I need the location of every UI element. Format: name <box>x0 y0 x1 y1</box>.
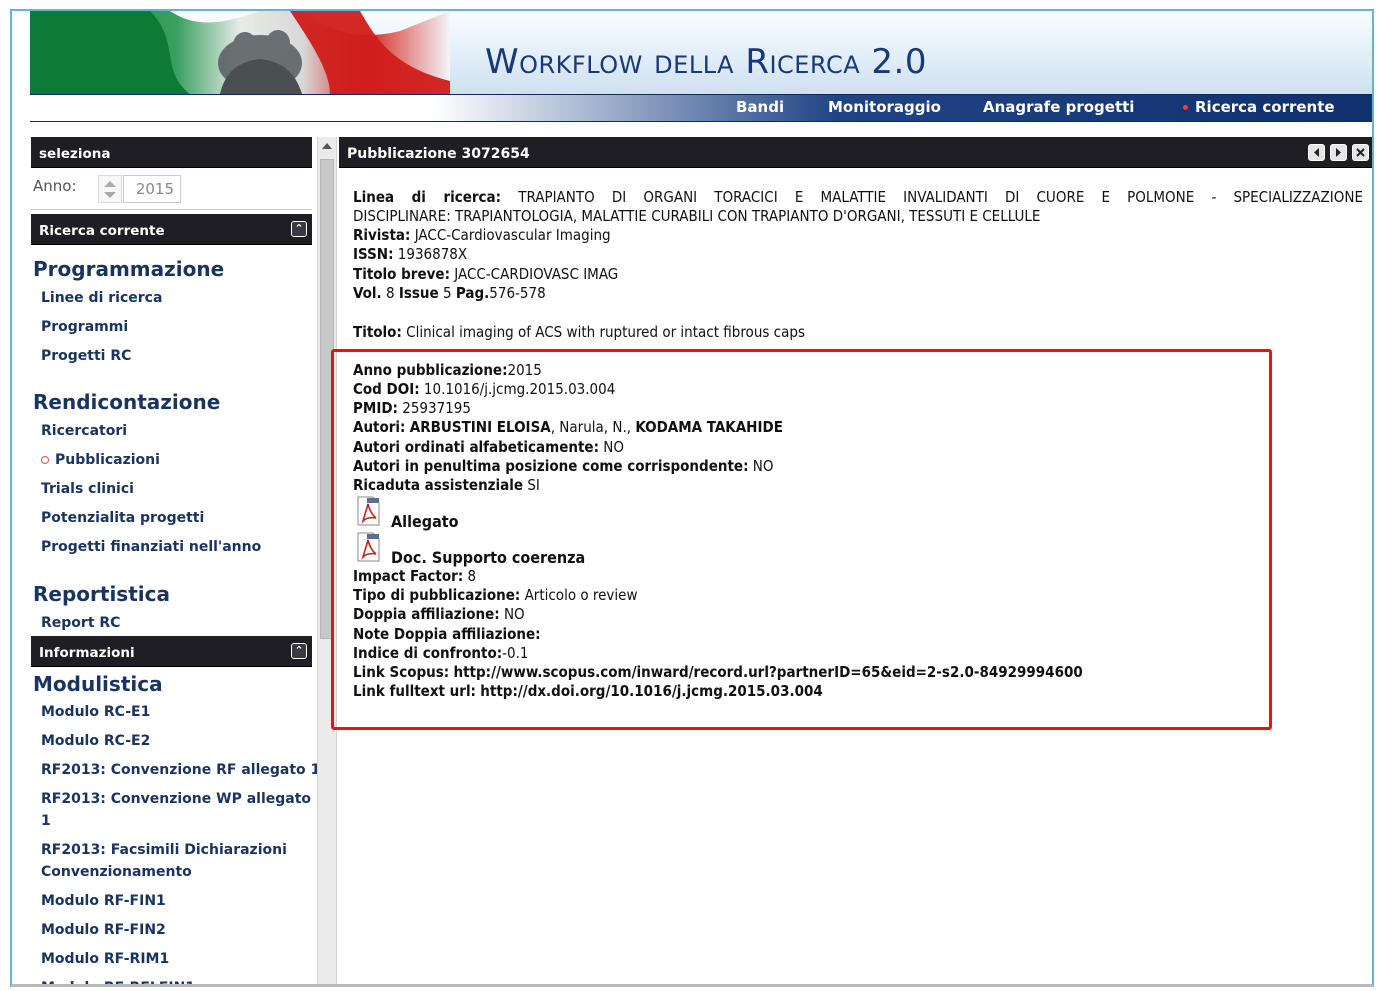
app-title: Workflow della Ricerca 2.0 <box>485 42 927 82</box>
doppia-affiliazione-field: Doppia affiliazione: NO <box>353 605 525 623</box>
spin-down-icon[interactable] <box>104 192 116 198</box>
arrow-left-icon[interactable] <box>1308 144 1325 161</box>
volume-field: Vol. 8 Issue 5 Pag.576-578 <box>353 284 546 302</box>
link-scopus-field[interactable]: Link Scopus: http://www.scopus.com/inwar… <box>353 663 1083 682</box>
top-nav-bar: Bandi Monitoraggio Anagrafe progetti Ric… <box>30 94 1372 122</box>
allegato-link[interactable]: Allegato <box>391 512 459 531</box>
sidebar-item-modulo-rf-fin1[interactable]: Modulo RF-FIN1 <box>41 890 166 912</box>
tipo-pubblicazione-field: Tipo di pubblicazione: Articolo o review <box>353 586 638 604</box>
rivista-field: Rivista: JACC-Cardiovascular Imaging <box>353 226 611 244</box>
sidebar-item-potenzialita-progetti[interactable]: Potenzialita progetti <box>41 507 204 529</box>
sidebar-item-programmi[interactable]: Programmi <box>41 316 128 338</box>
collapse-up-icon[interactable]: ⌃ <box>291 643 307 659</box>
sidebar-item-facsimili-cont[interactable]: Convenzionamento <box>41 861 192 883</box>
titolo-field: Titolo: Clinical imaging of ACS with rup… <box>353 323 805 341</box>
sidebar-item-pubblicazioni[interactable]: Pubblicazioni <box>41 449 160 471</box>
scroll-up-icon[interactable] <box>322 143 332 149</box>
section-modulistica: Modulistica <box>33 672 163 696</box>
doi-field: Cod DOI: 10.1016/j.jcmg.2015.03.004 <box>353 380 616 398</box>
sidebar-item-modulo-rf-rim1[interactable]: Modulo RF-RIM1 <box>41 948 169 970</box>
sidebar-item-convenzione-wp-cont[interactable]: 1 <box>41 810 51 832</box>
sidebar-item-modulo-rc-e2[interactable]: Modulo RC-E2 <box>41 730 150 752</box>
year-label: Anno: <box>33 177 77 195</box>
section-reportistica: Reportistica <box>33 582 170 606</box>
collapse-up-icon[interactable]: ⌃ <box>291 221 307 237</box>
year-selector-row: Anno: 2015 <box>31 171 312 210</box>
page-frame: Workflow della Ricerca 2.0 Bandi Monitor… <box>10 9 1374 987</box>
anno-pubblicazione-field: Anno pubblicazione:2015 <box>353 361 542 379</box>
pdf-file-icon[interactable] <box>355 496 381 526</box>
section-rendicontazione: Rendicontazione <box>33 390 221 414</box>
linea-ricerca-line1: Linea di ricerca: TRAPIANTO DI ORGANI TO… <box>353 188 1363 206</box>
sidebar-scrollbar[interactable] <box>317 137 337 984</box>
active-dot-icon <box>1183 105 1188 110</box>
pdf-file-icon[interactable] <box>355 532 381 562</box>
pmid-field: PMID: 25937195 <box>353 399 471 417</box>
nav-monitoraggio[interactable]: Monitoraggio <box>828 98 941 116</box>
sidebar-item-ricercatori[interactable]: Ricercatori <box>41 420 127 442</box>
sidebar-item-trials-clinici[interactable]: Trials clinici <box>41 478 134 500</box>
autori-penultima-field: Autori in penultima posizione come corri… <box>353 457 774 475</box>
titolo-breve-field: Titolo breve: JACC-CARDIOVASC IMAG <box>353 265 619 283</box>
impact-factor-field: Impact Factor: 8 <box>353 567 477 585</box>
autori-field: Autori: ARBUSTINI ELOISA, Narula, N., KO… <box>353 418 783 436</box>
left-sidebar: seleziona Anno: 2015 Ricerca corrente ⌃ … <box>31 137 320 984</box>
header-banner: Workflow della Ricerca 2.0 <box>30 11 1372 94</box>
autori-alfabetici-field: Autori ordinati alfabeticamente: NO <box>353 438 624 456</box>
informazioni-header: Informazioni ⌃ <box>31 636 312 667</box>
active-bullet-icon <box>41 456 49 464</box>
close-icon[interactable] <box>1352 144 1369 161</box>
sidebar-item-facsimili[interactable]: RF2013: Facsimili Dichiarazioni <box>41 839 287 861</box>
ricaduta-field: Ricaduta assistenziale SI <box>353 476 540 494</box>
indice-confronto-field: Indice di confronto:-0.1 <box>353 644 529 662</box>
publication-panel: Pubblicazione 3072654 Linea di ricerca: … <box>339 137 1372 984</box>
italian-flag-logo <box>30 11 450 94</box>
scroll-thumb[interactable] <box>320 159 334 639</box>
sidebar-item-progetti-rc[interactable]: Progetti RC <box>41 345 131 367</box>
spin-up-icon[interactable] <box>104 181 116 187</box>
sidebar-item-linee-di-ricerca[interactable]: Linee di ricerca <box>41 287 162 309</box>
issn-field: ISSN: 1936878X <box>353 245 468 263</box>
sidebar-item-convenzione-rf[interactable]: RF2013: Convenzione RF allegato 1 <box>41 759 320 781</box>
sidebar-item-progetti-finanziati[interactable]: Progetti finanziati nell'anno <box>41 536 261 558</box>
doc-supporto-link[interactable]: Doc. Supporto coerenza <box>391 548 585 567</box>
sidebar-item-modulo-rc-e1[interactable]: Modulo RC-E1 <box>41 701 150 723</box>
nav-ricerca-corrente[interactable]: Ricerca corrente <box>1183 98 1335 116</box>
year-input[interactable]: 2015 <box>123 175 181 203</box>
sidebar-item-modulo-rf-fin2[interactable]: Modulo RF-FIN2 <box>41 919 166 941</box>
arrow-right-icon[interactable] <box>1330 144 1347 161</box>
link-fulltext-field[interactable]: Link fulltext url: http://dx.doi.org/10.… <box>353 682 823 701</box>
publication-header: Pubblicazione 3072654 <box>339 137 1372 168</box>
note-doppia-field: Note Doppia affiliazione: <box>353 625 541 643</box>
nav-bandi[interactable]: Bandi <box>736 98 784 116</box>
year-spinner[interactable] <box>98 175 122 203</box>
nav-anagrafe-progetti[interactable]: Anagrafe progetti <box>983 98 1134 116</box>
ricerca-corrente-header: Ricerca corrente ⌃ <box>31 214 312 245</box>
seleziona-header: seleziona <box>31 137 312 168</box>
section-programmazione: Programmazione <box>33 257 225 281</box>
sidebar-item-report-rc[interactable]: Report RC <box>41 612 120 634</box>
sidebar-item-convenzione-wp[interactable]: RF2013: Convenzione WP allegato <box>41 788 311 810</box>
sidebar-item-modulo-rf-relfin1[interactable]: Modulo RF-RELFIN1 <box>41 977 195 984</box>
linea-ricerca-line2: DISCIPLINARE: TRAPIANTOLOGIA, MALATTIE C… <box>353 207 1041 225</box>
